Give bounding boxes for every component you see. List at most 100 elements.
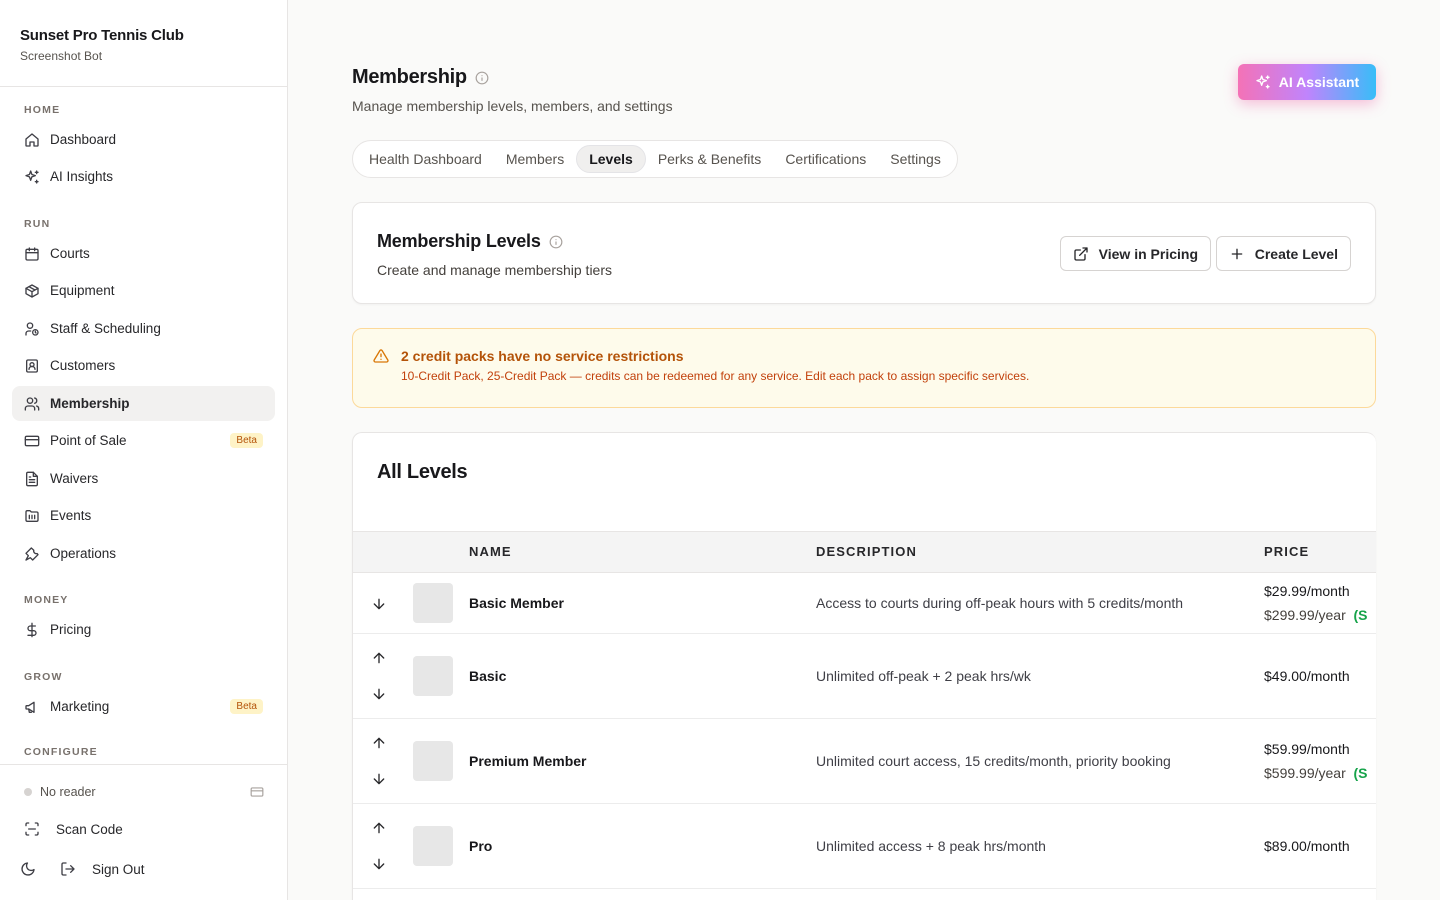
tab-members[interactable]: Members xyxy=(494,145,576,173)
sidebar-item-courts[interactable]: Courts xyxy=(12,236,275,271)
sidebar-item-label: Staff & Scheduling xyxy=(50,321,161,336)
sidebar-item-events[interactable]: Events xyxy=(12,498,275,533)
credit-pack-warning: 2 credit packs have no service restricti… xyxy=(352,328,1376,408)
home-icon xyxy=(24,132,40,148)
savings-label: (S xyxy=(1353,607,1368,623)
level-price-year: $599.99/year (S xyxy=(1264,765,1368,781)
arrow-down-icon[interactable] xyxy=(371,771,387,787)
sidebar-item-label: Waivers xyxy=(50,471,99,486)
moon-icon[interactable] xyxy=(20,861,36,877)
page-subtitle: Manage membership levels, members, and s… xyxy=(352,98,673,114)
table-row[interactable]: Basic Unlimited off-peak + 2 peak hrs/wk… xyxy=(353,634,1376,719)
sidebar-item-label: AI Insights xyxy=(50,169,114,184)
info-icon[interactable] xyxy=(549,235,563,249)
sign-out-button[interactable]: Sign Out xyxy=(60,861,145,877)
level-description: Access to courts during off-peak hours w… xyxy=(816,595,1184,611)
log-out-icon xyxy=(60,861,76,877)
dollar-icon xyxy=(24,622,40,638)
arrow-up-icon[interactable] xyxy=(371,650,387,666)
section-title: Membership Levels xyxy=(377,231,563,252)
membership-levels-header-card: Membership Levels Create and manage memb… xyxy=(352,202,1376,304)
beta-badge: Beta xyxy=(230,699,263,714)
section-run: RUN xyxy=(24,218,51,230)
arrow-up-icon[interactable] xyxy=(371,820,387,836)
section-money: MONEY xyxy=(24,594,69,606)
level-price-month: $29.99/month xyxy=(1264,583,1350,599)
card-reader-icon xyxy=(250,785,264,799)
sidebar: Sunset Pro Tennis Club Screenshot Bot HO… xyxy=(0,0,288,900)
ai-assistant-button[interactable]: AI Assistant xyxy=(1238,64,1376,100)
column-description: DESCRIPTION xyxy=(816,544,917,559)
column-price[interactable]: PRICE xyxy=(1264,544,1309,559)
sidebar-item-equipment[interactable]: Equipment xyxy=(12,273,275,308)
sidebar-item-membership[interactable]: Membership xyxy=(12,386,275,421)
sidebar-item-label: Dashboard xyxy=(50,132,117,147)
sidebar-nav: HOME Dashboard AI Insights RUN Courts Eq… xyxy=(0,88,287,764)
sidebar-item-point-of-sale[interactable]: Point of Sale Beta xyxy=(12,423,275,458)
users-icon xyxy=(24,396,40,412)
tab-certifications[interactable]: Certifications xyxy=(773,145,878,173)
column-name: NAME xyxy=(469,544,512,559)
arrow-down-icon[interactable] xyxy=(371,596,387,612)
sidebar-item-label: Membership xyxy=(50,396,130,411)
arrow-down-icon[interactable] xyxy=(371,856,387,872)
level-price-month: $89.00/month xyxy=(1264,838,1350,854)
page-title-text: Membership xyxy=(352,66,467,88)
brand[interactable]: Sunset Pro Tennis Club Screenshot Bot xyxy=(0,0,287,87)
info-icon[interactable] xyxy=(475,71,489,85)
level-image xyxy=(413,826,453,866)
alert-triangle-icon xyxy=(373,348,389,364)
sidebar-item-marketing[interactable]: Marketing Beta xyxy=(12,689,275,724)
page-title: Membership xyxy=(352,66,489,89)
scan-icon xyxy=(24,821,40,837)
user-clock-icon xyxy=(24,321,40,337)
sidebar-item-waivers[interactable]: Waivers xyxy=(12,461,275,496)
sidebar-item-dashboard[interactable]: Dashboard xyxy=(12,122,275,157)
sidebar-item-customers[interactable]: Customers xyxy=(12,348,275,383)
sidebar-item-label: Point of Sale xyxy=(50,433,127,448)
tab-health-dashboard[interactable]: Health Dashboard xyxy=(357,145,494,173)
status-dot xyxy=(24,788,32,796)
club-name: Sunset Pro Tennis Club xyxy=(20,27,184,44)
section-subtitle: Create and manage membership tiers xyxy=(377,262,613,278)
warning-title: 2 credit packs have no service restricti… xyxy=(401,348,684,364)
package-icon xyxy=(24,283,40,299)
price-year-value: $599.99/year xyxy=(1264,765,1346,781)
warning-body: 10-Credit Pack, 25-Credit Pack — credits… xyxy=(401,369,1030,383)
tab-settings[interactable]: Settings xyxy=(878,145,953,173)
level-description: Unlimited access + 8 peak hrs/month xyxy=(816,838,1046,854)
sidebar-item-pricing[interactable]: Pricing xyxy=(12,612,275,647)
table-row[interactable]: Premium Member Unlimited court access, 1… xyxy=(353,719,1376,804)
contact-icon xyxy=(24,358,40,374)
tab-perks-benefits[interactable]: Perks & Benefits xyxy=(646,145,774,173)
table-row[interactable]: Basic Member Access to courts during off… xyxy=(353,573,1376,634)
ai-assistant-label: AI Assistant xyxy=(1278,74,1360,90)
level-description: Unlimited court access, 15 credits/month… xyxy=(816,753,1171,769)
level-price-month: $49.00/month xyxy=(1264,668,1350,684)
view-in-pricing-button[interactable]: View in Pricing xyxy=(1059,236,1211,271)
tab-levels[interactable]: Levels xyxy=(576,145,646,173)
create-level-button[interactable]: Create Level xyxy=(1215,236,1351,271)
sidebar-item-staff-scheduling[interactable]: Staff & Scheduling xyxy=(12,311,275,346)
sidebar-item-ai-insights[interactable]: AI Insights xyxy=(12,159,275,194)
level-description: Unlimited off-peak + 2 peak hrs/wk xyxy=(816,668,1031,684)
level-price-year: $299.99/year (S xyxy=(1264,607,1368,623)
wrench-icon xyxy=(24,546,40,562)
table-row[interactable]: Pro Unlimited access + 8 peak hrs/month … xyxy=(353,804,1376,889)
level-name: Basic Member xyxy=(469,595,564,611)
sidebar-item-operations[interactable]: Operations xyxy=(12,536,275,571)
level-name: Premium Member xyxy=(469,753,587,769)
main-content: Membership Manage membership levels, mem… xyxy=(288,0,1440,900)
megaphone-icon xyxy=(24,699,40,715)
footer-actions: Sign Out xyxy=(20,861,145,877)
create-level-label: Create Level xyxy=(1254,245,1338,262)
arrow-down-icon[interactable] xyxy=(371,686,387,702)
all-levels-card: All Levels NAME DESCRIPTION PRICE Basic … xyxy=(352,432,1376,900)
sidebar-item-label: Customers xyxy=(50,358,116,373)
arrow-up-icon[interactable] xyxy=(371,735,387,751)
section-home: HOME xyxy=(24,104,61,116)
level-image xyxy=(413,741,453,781)
membership-tabs: Health Dashboard Members Levels Perks & … xyxy=(352,140,958,178)
scan-code-button[interactable]: Scan Code xyxy=(24,821,123,837)
reader-status[interactable]: No reader xyxy=(24,785,264,799)
